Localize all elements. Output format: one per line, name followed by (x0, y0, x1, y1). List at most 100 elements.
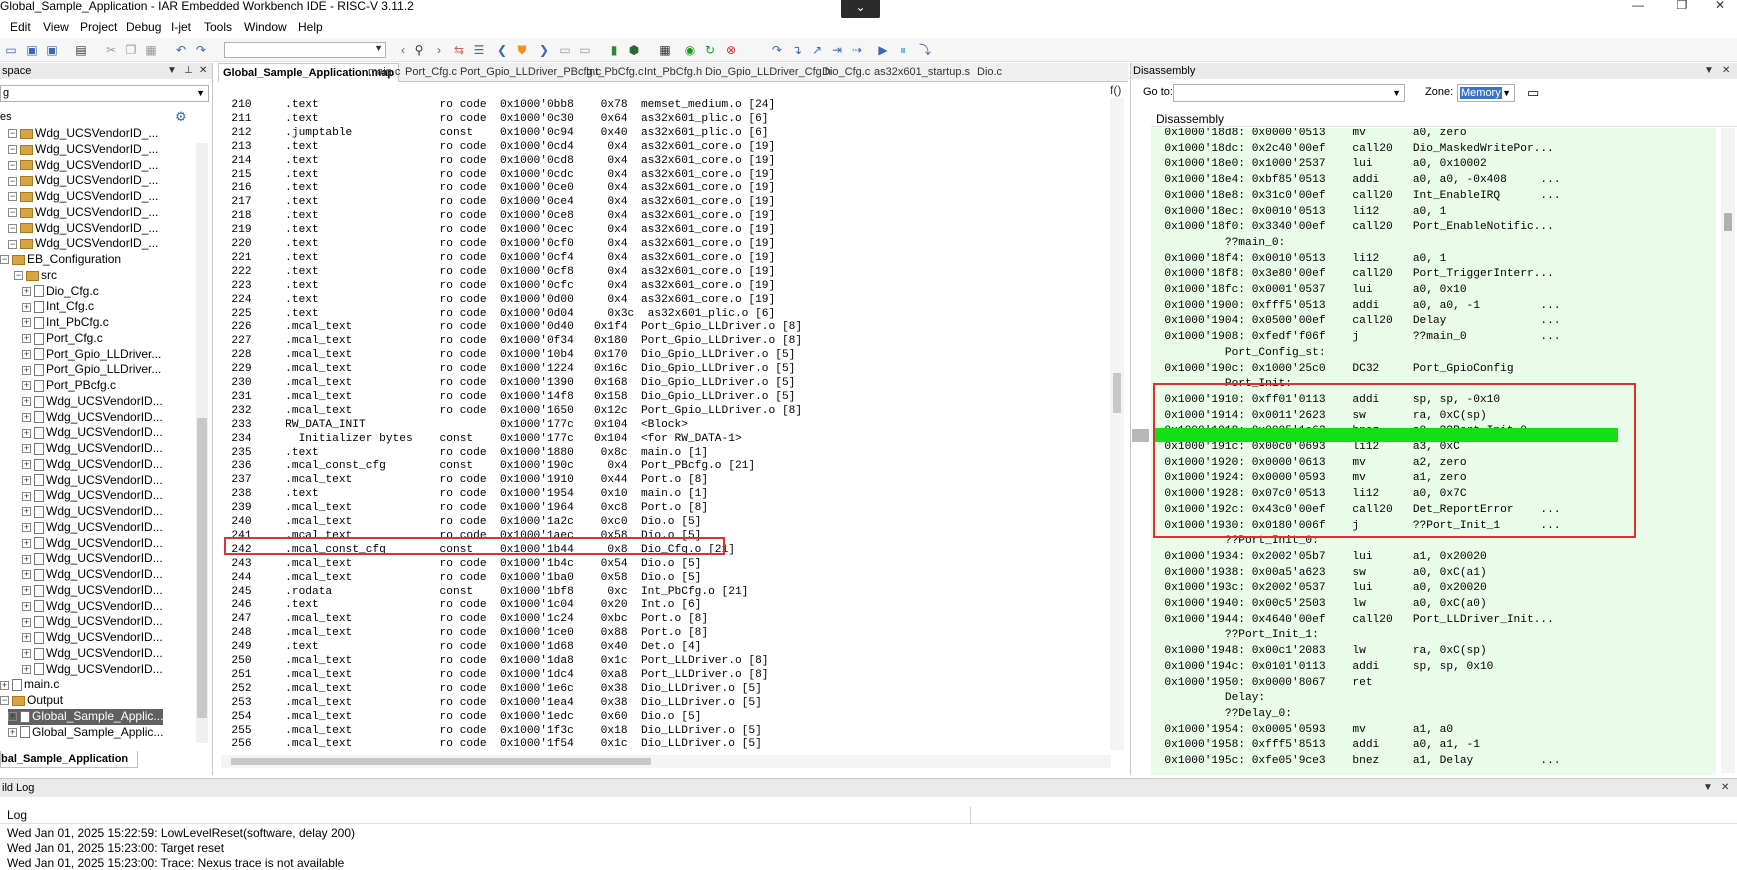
tab-main-c[interactable]: main.c (368, 65, 400, 79)
expand-icon[interactable]: + (22, 428, 31, 438)
collapse-icon[interactable]: − (8, 208, 17, 218)
tab-dio-gpio-lldriver-cfg-h[interactable]: Dio_Gpio_LLDriver_Cfg.h (705, 65, 831, 79)
new-file-icon[interactable]: ▭ (4, 43, 18, 57)
expand-icon[interactable]: + (22, 507, 31, 517)
reset-target-icon[interactable]: ⤵ (918, 43, 932, 57)
expand-icon[interactable]: + (22, 349, 31, 359)
collapse-icon[interactable]: − (0, 255, 9, 265)
collapse-icon[interactable]: − (8, 160, 17, 170)
tab-as32x601-startup-s[interactable]: as32x601_startup.s (874, 65, 970, 79)
workspace-scrollbar[interactable] (196, 143, 208, 743)
minimize-button[interactable]: — (1618, 0, 1658, 12)
print-icon[interactable]: ▤ (74, 43, 88, 57)
tree-file[interactable]: + Wdg_UCSVendorID... (22, 662, 163, 678)
tree-folder[interactable]: − Wdg_UCSVendorID_... (8, 173, 158, 189)
tree-file[interactable]: + Wdg_UCSVendorID... (22, 457, 163, 473)
close-icon[interactable]: ✕ (199, 63, 207, 79)
bookmark-icon[interactable]: ⇆ (452, 43, 466, 57)
breakpoint-icon[interactable]: ⬢ (627, 43, 641, 57)
layout-icon[interactable]: ▦ (658, 43, 672, 57)
menu-ijet[interactable]: I-jet (171, 20, 191, 34)
make-icon[interactable]: ▭ (578, 43, 592, 57)
list-icon[interactable]: ☰ (472, 43, 486, 57)
scrollbar-thumb[interactable] (197, 418, 207, 718)
tree-file[interactable]: + Dio_Cfg.c (22, 284, 99, 300)
expand-icon[interactable]: + (22, 365, 31, 375)
tree-folder[interactable]: − src (14, 268, 57, 284)
step-into-icon[interactable]: ↴ (790, 43, 804, 57)
dropdown-icon[interactable]: ▼ (1703, 779, 1713, 797)
close-button[interactable]: ✕ (1700, 0, 1737, 12)
expand-icon[interactable]: + (22, 664, 31, 674)
tree-file[interactable]: + Global_Sample_Applic... (8, 725, 163, 741)
dropdown-icon[interactable]: ▼ (1704, 63, 1714, 79)
next-statement-icon[interactable]: ⇥ (830, 43, 844, 57)
tree-file[interactable]: + Port_PBcfg.c (22, 378, 116, 394)
column-divider[interactable] (970, 807, 971, 824)
tree-folder[interactable]: − Wdg_UCSVendorID_... (8, 126, 158, 142)
tree-file[interactable]: + Wdg_UCSVendorID... (22, 551, 163, 567)
expand-icon[interactable]: + (22, 444, 31, 454)
maximize-button[interactable]: ❐ (1662, 0, 1702, 12)
tree-file[interactable]: + Wdg_UCSVendorID... (22, 425, 163, 441)
expand-icon[interactable]: + (22, 586, 31, 596)
expand-icon[interactable]: + (8, 727, 17, 737)
disassembly-scrollbar[interactable] (1721, 128, 1735, 773)
tree-file[interactable]: + Wdg_UCSVendorID... (22, 536, 163, 552)
scrollbar-thumb[interactable] (1724, 213, 1732, 231)
workspace-tab[interactable]: bal_Sample_Application (0, 751, 138, 768)
editor-vscrollbar[interactable] (1110, 98, 1124, 750)
find-icon[interactable]: ⚲ (412, 43, 426, 57)
tree-file[interactable]: + Wdg_UCSVendorID... (22, 630, 163, 646)
expand-icon[interactable]: + (22, 302, 31, 312)
tree-file[interactable]: + Wdg_UCSVendorID... (22, 504, 163, 520)
menu-tools[interactable]: Tools (204, 20, 232, 34)
tree-folder[interactable]: − Wdg_UCSVendorID_... (8, 236, 158, 252)
tab-int-pbcfg-h[interactable]: Int_PbCfg.h (644, 65, 702, 79)
tree-file[interactable]: + Wdg_UCSVendorID... (22, 583, 163, 599)
functions-icon[interactable]: f() (1110, 83, 1121, 97)
tab-port-cfg-c[interactable]: Port_Cfg.c (405, 65, 457, 79)
prev-icon[interactable]: ‹ (396, 43, 410, 57)
expand-icon[interactable]: + (22, 460, 31, 470)
tree-folder[interactable]: − Wdg_UCSVendorID_... (8, 221, 158, 237)
step-out-icon[interactable]: ↗ (810, 43, 824, 57)
collapse-icon[interactable]: − (14, 271, 23, 281)
expand-icon[interactable]: + (22, 286, 31, 296)
find-combo[interactable]: ▼ (224, 42, 386, 58)
tree-file[interactable]: + Wdg_UCSVendorID... (22, 394, 163, 410)
save-all-icon[interactable]: ▣ (45, 43, 59, 57)
expand-icon[interactable]: + (22, 397, 31, 407)
expand-icon[interactable]: + (22, 538, 31, 548)
go-icon[interactable]: ▶ (876, 43, 890, 57)
tree-file[interactable]: + Wdg_UCSVendorID... (22, 614, 163, 630)
copy-icon[interactable]: ❐ (124, 43, 138, 57)
expand-icon[interactable]: + (0, 680, 9, 690)
save-icon[interactable]: ▣ (25, 43, 39, 57)
tree-file[interactable]: + Wdg_UCSVendorID... (22, 473, 163, 489)
break-icon[interactable]: ⏸ (896, 43, 910, 57)
tab-dio-c[interactable]: Dio.c (977, 65, 1002, 79)
tree-file[interactable]: + Port_Gpio_LLDriver... (22, 362, 161, 378)
tree-folder[interactable]: − Wdg_UCSVendorID_... (8, 205, 158, 221)
restart-icon[interactable]: ↻ (703, 43, 717, 57)
menu-window[interactable]: Window (244, 20, 287, 34)
tree-file[interactable]: + Int_PbCfg.c (22, 315, 109, 331)
undo-icon[interactable]: ↶ (174, 43, 188, 57)
reset-icon[interactable]: ◉ (683, 43, 697, 57)
expand-icon[interactable]: + (22, 381, 31, 391)
expand-icon[interactable]: + (22, 412, 31, 422)
expand-icon[interactable]: + (22, 633, 31, 643)
run-to-cursor-icon[interactable]: ⇢ (850, 43, 864, 57)
collapse-icon[interactable]: − (8, 176, 17, 186)
tree-folder[interactable]: − EB_Configuration (0, 252, 121, 268)
tree-file[interactable]: + Wdg_UCSVendorID... (22, 520, 163, 536)
tree-file[interactable]: + Port_Cfg.c (22, 331, 103, 347)
tree-file[interactable]: + Wdg_UCSVendorID... (22, 599, 163, 615)
expand-icon[interactable]: + (22, 570, 31, 580)
expand-icon[interactable]: + (22, 601, 31, 611)
collapse-icon[interactable]: ⌄ (841, 0, 880, 19)
tab-int-pbcfg-c[interactable]: Int_PbCfg.c (586, 65, 643, 79)
tree-file[interactable]: + Wdg_UCSVendorID... (22, 410, 163, 426)
tree-folder[interactable]: − Wdg_UCSVendorID_... (8, 142, 158, 158)
